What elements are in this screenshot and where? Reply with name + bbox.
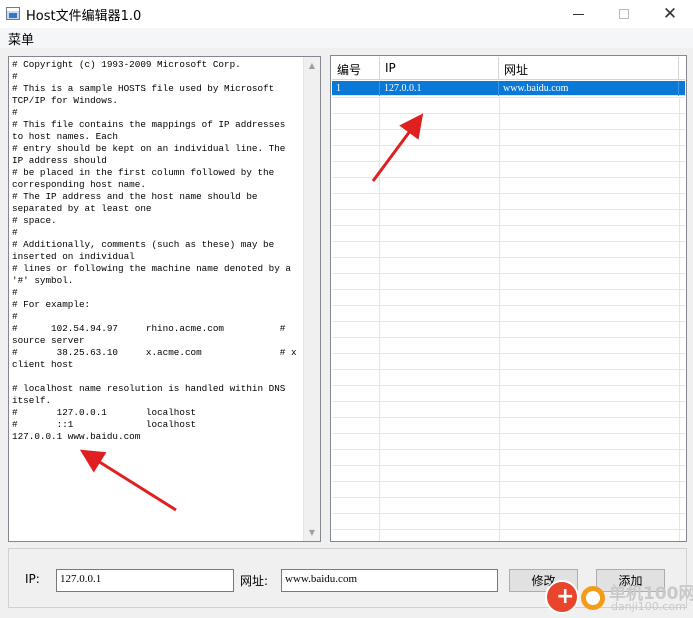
circle-icon — [581, 586, 605, 610]
menu-bar: 菜单 — [0, 28, 693, 48]
hosts-text-content[interactable]: # Copyright (c) 1993-2009 Microsoft Corp… — [12, 59, 302, 443]
app-icon — [6, 7, 20, 20]
ip-input[interactable]: 127.0.0.1 — [56, 569, 234, 592]
window-title: Host文件编辑器1.0 — [26, 9, 142, 24]
grid-header: 编号 IP 网址 — [332, 57, 685, 80]
column-header-url[interactable]: 网址 — [499, 57, 679, 79]
hosts-text-editor[interactable]: # Copyright (c) 1993-2009 Microsoft Corp… — [8, 56, 321, 542]
menu-item-menu[interactable]: 菜单 — [8, 29, 34, 48]
maximize-button[interactable] — [601, 0, 647, 28]
cell-url: www.baidu.com — [499, 81, 679, 96]
title-bar: Host文件编辑器1.0 ✕ — [0, 0, 693, 28]
close-button[interactable]: ✕ — [647, 0, 693, 28]
grid-body: 1 127.0.0.1 www.baidu.com — [332, 81, 685, 96]
column-header-id[interactable]: 编号 — [332, 57, 380, 79]
minimize-icon — [572, 13, 584, 15]
url-label: 网址: — [240, 574, 269, 588]
scroll-down-icon[interactable]: ▼ — [304, 524, 320, 541]
column-header-ip[interactable]: IP — [380, 57, 499, 79]
scroll-up-icon[interactable]: ▲ — [304, 57, 320, 74]
maximize-icon — [619, 9, 629, 19]
cell-id: 1 — [332, 81, 380, 96]
grid-lines — [332, 97, 685, 541]
close-icon: ✕ — [662, 3, 678, 24]
hosts-grid[interactable]: 编号 IP 网址 1 127.0.0.1 www.baidu.com — [330, 55, 687, 542]
watermark-domain: danji100.com — [611, 600, 686, 613]
plus-icon — [545, 580, 579, 614]
cell-ip: 127.0.0.1 — [380, 81, 499, 96]
ip-label: IP: — [25, 572, 40, 586]
table-row[interactable]: 1 127.0.0.1 www.baidu.com — [332, 81, 685, 96]
vertical-scrollbar[interactable]: ▲ ▼ — [303, 57, 320, 541]
minimize-button[interactable] — [555, 0, 601, 28]
url-input[interactable]: www.baidu.com — [281, 569, 498, 592]
watermark-logo: 单机100网 danji100.com — [545, 572, 693, 618]
main-area: # Copyright (c) 1993-2009 Microsoft Corp… — [0, 48, 693, 618]
